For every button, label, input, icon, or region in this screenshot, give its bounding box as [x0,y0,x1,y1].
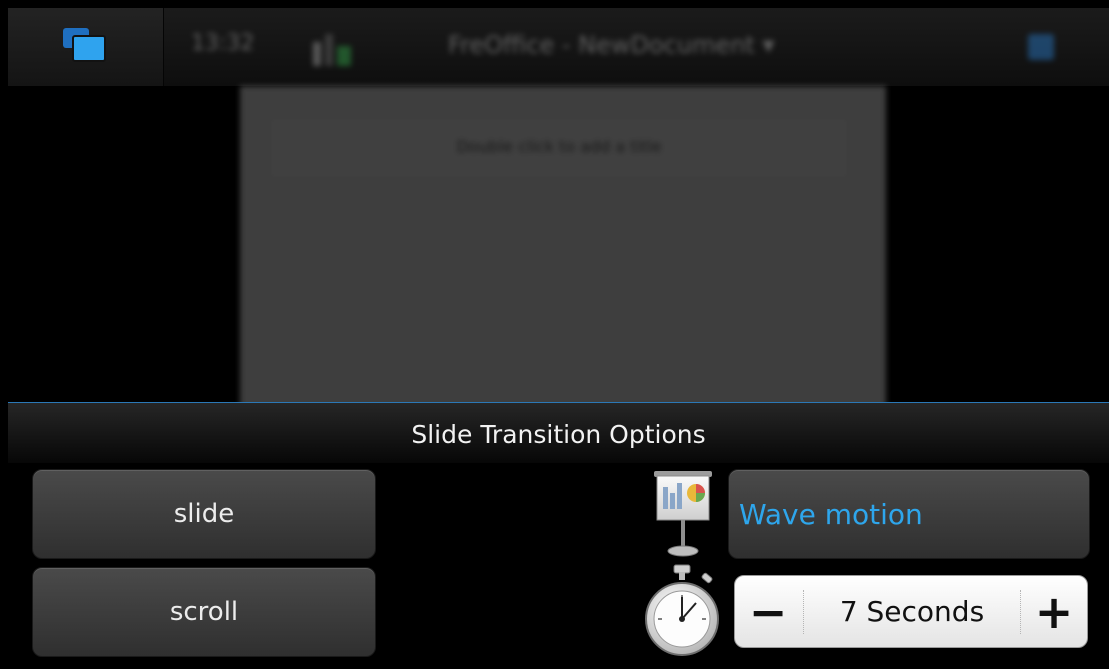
duration-stepper: − 7 Seconds + [734,575,1088,648]
scroll-option-button[interactable]: scroll [32,567,376,657]
wave-motion-label: Wave motion [739,497,923,531]
sheet-header: Slide Transition Options [8,403,1109,463]
stopwatch-icon [645,564,719,656]
stepper-divider [803,590,804,634]
task-switcher-icon-front [72,35,106,62]
clock: 13:32 [191,31,255,56]
plus-icon: + [1034,584,1074,639]
transition-options-sheet: Slide Transition Options slide scroll Wa… [8,402,1109,669]
document-page: Double click to add a title [240,86,886,416]
app-frame: 13:32 FreOffice - NewDocument ▾ Double c… [8,8,1109,669]
task-switcher-button[interactable] [8,8,164,86]
sheet-title: Slide Transition Options [411,420,706,449]
status-bar: 13:32 FreOffice - NewDocument ▾ [8,8,1109,86]
app-title: FreOffice - NewDocument ▾ [448,31,775,59]
slide-title-placeholder: Double click to add a title [268,116,850,180]
minus-icon: − [748,584,788,639]
scroll-option-label: scroll [169,597,239,627]
close-icon [1028,34,1054,60]
increase-duration-button[interactable]: + [1021,576,1087,647]
duration-value: 7 Seconds [839,595,985,628]
presentation-icon [654,471,712,557]
signal-strength-icon [313,28,353,66]
decrease-duration-button[interactable]: − [735,576,801,647]
slide-option-button[interactable]: slide [32,469,376,559]
slide-option-label: slide [173,499,235,529]
slide-title-hint: Double click to add a title [456,137,662,156]
wave-motion-button[interactable]: Wave motion [728,469,1090,559]
